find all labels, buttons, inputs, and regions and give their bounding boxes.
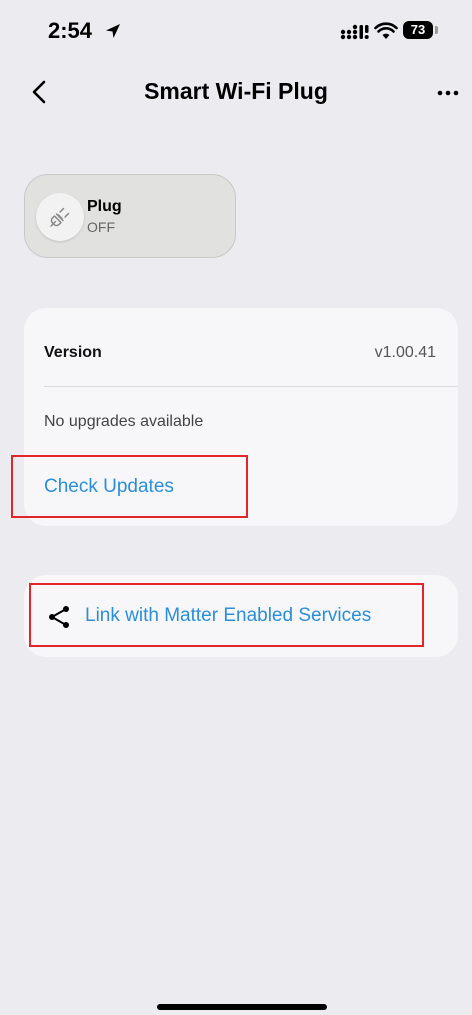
home-indicator[interactable] — [157, 1004, 327, 1010]
cellular-signal-icon — [340, 24, 369, 40]
battery-indicator: 73 — [403, 21, 433, 39]
location-arrow-icon — [106, 24, 120, 38]
upgrade-status: No upgrades available — [44, 413, 204, 430]
device-state: OFF — [87, 219, 115, 235]
battery-nub — [435, 26, 438, 34]
device-icon-button[interactable] — [36, 193, 84, 241]
divider — [44, 386, 458, 387]
device-name: Plug — [87, 198, 122, 215]
battery-level: 73 — [410, 22, 426, 37]
nav-header: Smart Wi-Fi Plug — [0, 66, 472, 118]
version-label: Version — [44, 344, 102, 361]
device-power-tile[interactable]: Plug OFF — [24, 174, 236, 258]
highlight-matter-link — [29, 583, 424, 647]
version-value: v1.00.41 — [374, 344, 436, 361]
status-bar: 2:54 73 — [0, 0, 472, 60]
status-time: 2:54 — [48, 18, 93, 43]
plug-icon — [50, 207, 70, 227]
ellipsis-icon[interactable] — [436, 88, 460, 98]
page-title: Smart Wi-Fi Plug — [144, 78, 328, 104]
wifi-icon — [374, 22, 398, 39]
highlight-check-updates — [11, 455, 248, 518]
